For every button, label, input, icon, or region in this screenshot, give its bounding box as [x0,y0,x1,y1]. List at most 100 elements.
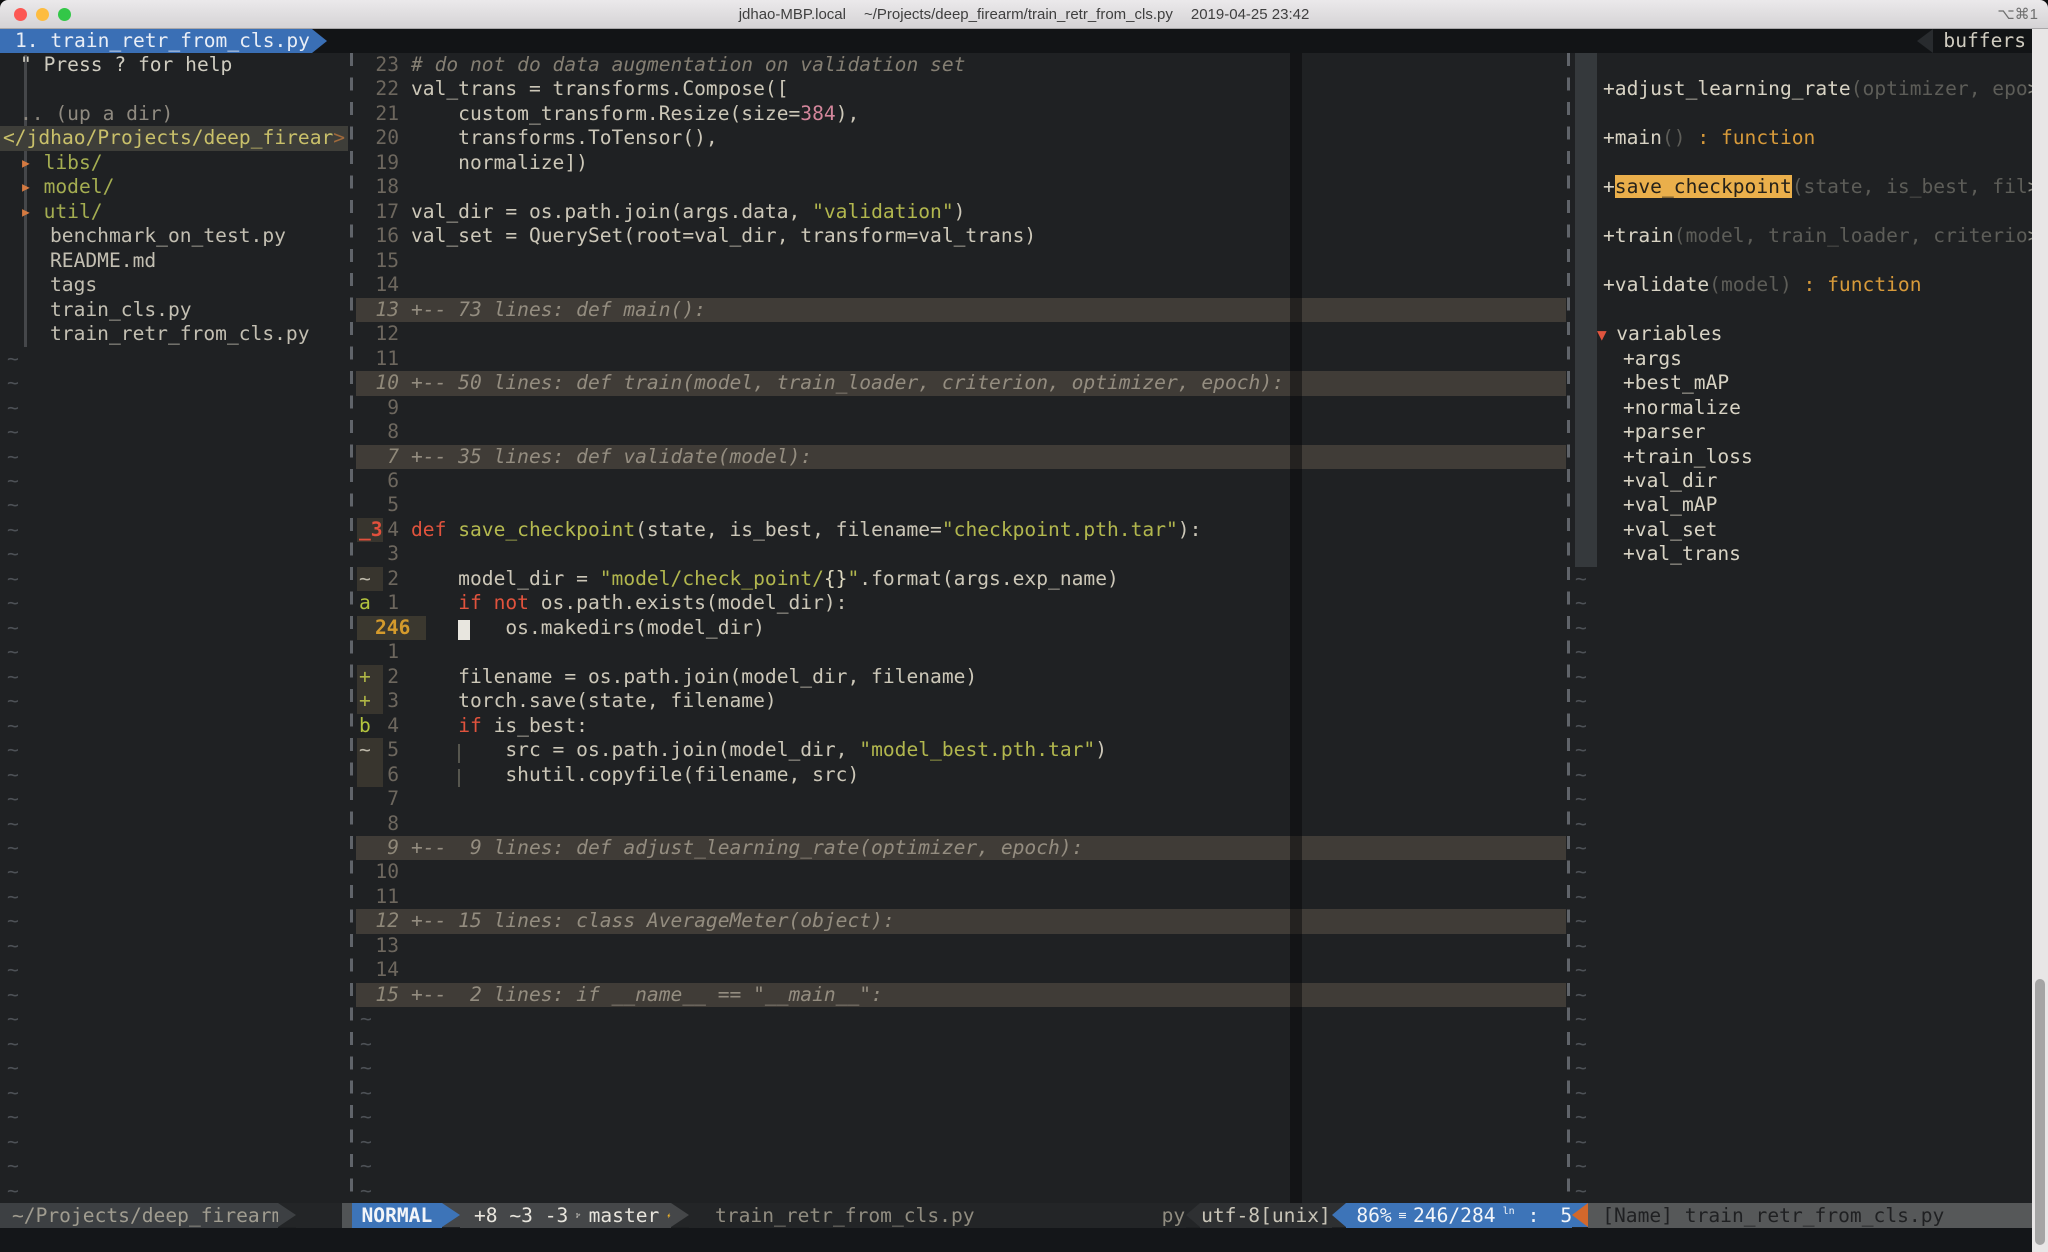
tagbar-tilde-line: ~ [1573,591,2032,615]
code-line[interactable]: 7 [356,787,1566,811]
tagbar-variable[interactable]: +val_mAP [1573,493,2032,517]
code-line[interactable]: +3 torch.save(state, filename) [356,689,1566,713]
mark-sign: b [359,714,371,738]
code-line[interactable]: 14 [356,273,1566,297]
indent-guide [458,769,470,787]
tagbar-variable[interactable]: +best_mAP [1573,371,2032,395]
code-fold-line[interactable]: 9+-- 9 lines: def adjust_learning_rate(o… [356,836,1566,860]
code-line[interactable]: 20 transforms.ToTensor(), [356,126,1566,150]
code-line[interactable]: 9 [356,396,1566,420]
nerdtree-root-path[interactable]: </jdhao/Projects/deep_firear> [0,126,348,150]
code-token: os.path.exists(model_dir): [529,591,848,614]
tab-train-retr-from-cls[interactable]: 1. train_retr_from_cls.py [0,29,312,53]
code-tilde-line: ~ [356,1105,1566,1129]
code-token: if [458,714,482,737]
code-fold-line[interactable]: 10+-- 50 lines: def train(model, train_l… [356,371,1566,395]
code-line[interactable]: 11 [356,347,1566,371]
code-line[interactable]: 21 custom_transform.Resize(size=384), [356,102,1566,126]
nerdtree-file-READMEmd[interactable]: README.md [0,249,348,273]
terminal-scrollbar-track[interactable] [2032,29,2048,1252]
line-number: 14 [356,273,399,297]
tagbar-tag[interactable]: +adjust_learning_rate(optimizer, epo> [1573,77,2032,101]
git-branch-icon [576,1206,580,1225]
code-line[interactable]: 18 [356,175,1566,199]
nerdtree-dir-util[interactable]: ▸ util/ [0,200,348,224]
nerdtree-file-benchmark_on_testpy[interactable]: benchmark_on_test.py [0,224,348,248]
code-line[interactable]: 23# do not do data augmentation on valid… [356,53,1566,77]
window-separator-right[interactable] [1567,53,1570,1203]
nerdtree-file-tags[interactable]: tags [0,273,348,297]
nerdtree-file-train_clspy[interactable]: train_cls.py [0,298,348,322]
tagbar-variable[interactable]: +args [1573,347,2032,371]
code-line[interactable]: a1 if not os.path.exists(model_dir): [356,591,1566,615]
code-line[interactable]: 6 [356,469,1566,493]
code-line[interactable]: 14 [356,958,1566,982]
code-line[interactable]: 15 [356,249,1566,273]
code-line[interactable]: ~2 model_dir = "model/check_point/{}".fo… [356,567,1566,591]
statusline-filetype: python [1162,1203,1186,1228]
powerline-arrow-left [1332,1203,1346,1227]
code-line[interactable]: 8 [356,420,1566,444]
code-line[interactable]: ~5 src = os.path.join(model_dir, "model_… [356,738,1566,762]
tagbar-variable[interactable]: +val_trans [1573,542,2032,566]
nerdtree-pane[interactable]: " Press ? for help.. (up a dir)</jdhao/P… [0,53,348,1203]
tagbar-tilde-line: ~ [1573,958,2032,982]
tagbar-variable[interactable]: +val_dir [1573,469,2032,493]
code-fold-line[interactable]: 7+-- 35 lines: def validate(model): [356,445,1566,469]
code-token: if [458,591,482,614]
col-separator: : [1528,1203,1540,1228]
line-number: 18 [356,175,399,199]
code-line[interactable]: 22val_trans = transforms.Compose([ [356,77,1566,101]
code-line[interactable]: _34def save_checkpoint(state, is_best, f… [356,518,1566,542]
nerdtree-tilde-line: ~ [0,983,348,1007]
code-line[interactable]: +2 filename = os.path.join(model_dir, fi… [356,665,1566,689]
tag-token: +train [1603,224,1674,247]
tagbar-variable[interactable]: +parser [1573,420,2032,444]
code-line[interactable]: 19 normalize]) [356,151,1566,175]
code-line[interactable]: 6 shutil.copyfile(filename, src) [356,763,1566,787]
tagbar-tag[interactable]: +validate(model) : function [1573,273,2032,297]
code-line[interactable]: 11 [356,885,1566,909]
tagbar-kind-header[interactable]: ▼ variables [1573,322,2032,346]
tagbar-variable[interactable]: +normalize [1573,396,2032,420]
tagbar-pane[interactable]: +adjust_learning_rate(optimizer, epo> +ma… [1573,53,2032,1203]
code-line[interactable]: 1 [356,640,1566,664]
code-line[interactable]: 3 [356,542,1566,566]
powerline-arrow-orange [1572,1203,1588,1227]
fold-text: +-- 9 lines: def adjust_learning_rate(op… [411,836,1083,859]
code-fold-line[interactable]: 13+-- 73 lines: def main(): [356,298,1566,322]
code-line[interactable]: 13 [356,934,1566,958]
code-tilde-line: ~ [356,1032,1566,1056]
code-token: "checkpoint.pth.tar" [942,518,1178,541]
tagbar-variable[interactable]: +val_set [1573,518,2032,542]
code-line[interactable]: 16val_set = QuerySet(root=val_dir, trans… [356,224,1566,248]
code-line[interactable]: 5 [356,493,1566,517]
code-fold-line[interactable]: 12+-- 15 lines: class AverageMeter(objec… [356,909,1566,933]
code-line[interactable]: 246 os.makedirs(model_dir) [356,616,1566,640]
code-token [411,738,458,761]
code-line[interactable]: 8 [356,812,1566,836]
tagbar-variable[interactable]: +train_loss [1573,445,2032,469]
tagbar-tilde-line: ~ [1573,1056,2032,1080]
code-line[interactable]: 12 [356,322,1566,346]
terminal-scrollbar-thumb[interactable] [2035,979,2045,1245]
statusline-encoding: utf-8[unix] [1200,1203,1333,1228]
nerdtree-dir-libs[interactable]: ▸ libs/ [0,151,348,175]
tagbar-tag[interactable]: +train(model, train_loader, criterio> [1573,224,2032,248]
nerdtree-dir-model[interactable]: ▸ model/ [0,175,348,199]
code-line[interactable]: 17val_dir = os.path.join(args.data, "val… [356,200,1566,224]
tagbar-tag[interactable]: +save_checkpoint(state, is_best, fil> [1573,175,2032,199]
vim-command-line[interactable] [0,1228,2048,1252]
code-fold-line[interactable]: 15+-- 2 lines: if __name__ == "__main__"… [356,983,1566,1007]
nerdtree-up-dir[interactable]: .. (up a dir) [0,102,348,126]
tagbar-tag[interactable]: +main() : function [1573,126,2032,150]
tilde: ~ [356,1032,372,1055]
code-line[interactable]: b4 if is_best: [356,714,1566,738]
code-window[interactable]: 23# do not do data augmentation on valid… [356,53,1566,1203]
line-number: 17 [356,200,399,224]
tagbar-blank-line [1573,249,2032,273]
window-separator-left[interactable] [350,53,353,1203]
code-token: 384 [800,102,835,125]
code-line[interactable]: 10 [356,860,1566,884]
nerdtree-file-train_retr_from_clspy[interactable]: train_retr_from_cls.py [0,322,348,346]
